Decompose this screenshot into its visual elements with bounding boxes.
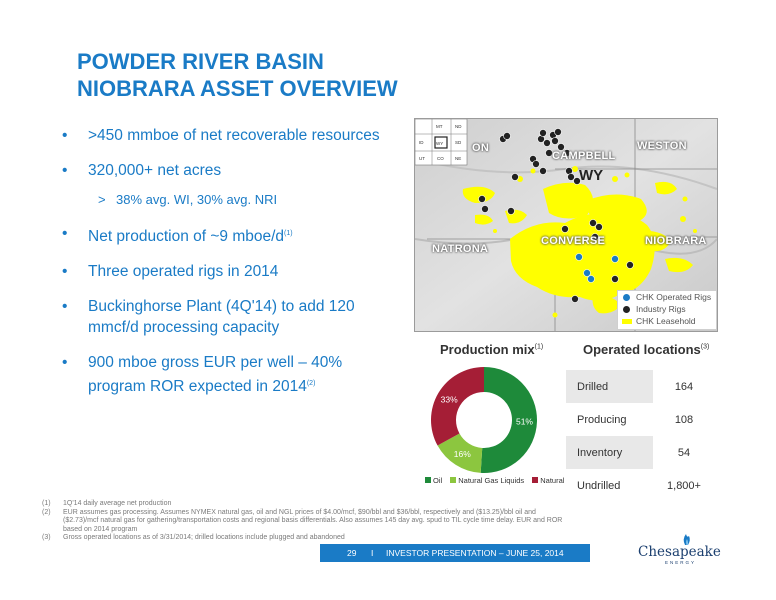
map-label-niobrara: NIOBRARA	[645, 235, 707, 247]
table-row: Producing 108	[566, 403, 715, 436]
sub-bullet-item: >38% avg. WI, 30% avg. NRI	[98, 192, 278, 207]
row-label: Inventory	[566, 436, 653, 469]
bullet-item: • Net production of ~9 mboe/d(1)	[62, 225, 293, 246]
gas-swatch	[532, 477, 539, 483]
svg-text:WY: WY	[436, 141, 443, 146]
map-label-campbell: CAMPBELL	[552, 150, 616, 162]
leasehold-swatch	[622, 319, 632, 324]
title-line-2: NIOBRARA ASSET OVERVIEW	[77, 76, 398, 101]
footnotes: (1) 1Q'14 daily average net production (2…	[42, 500, 567, 543]
svg-text:UT: UT	[419, 156, 425, 161]
pie-legend: Oil Natural Gas Liquids Natural Gas	[419, 476, 580, 485]
industry-rig-marker	[539, 129, 547, 137]
chk-rig-marker	[583, 269, 591, 277]
industry-rig-marker	[567, 173, 575, 181]
operated-rig-icon	[623, 294, 630, 301]
industry-rig-marker	[626, 261, 634, 269]
industry-rig-marker	[543, 139, 551, 147]
row-value: 1,800+	[653, 469, 715, 502]
bullet-list: • >450 mmboe of net recoverable resources…	[62, 125, 392, 411]
pie-data-label: 51%	[516, 416, 533, 426]
svg-text:ID: ID	[419, 140, 424, 145]
pie-slice-natural-gas	[431, 367, 484, 446]
table-row: Undrilled 1,800+	[566, 469, 715, 502]
industry-rig-marker	[611, 275, 619, 283]
chesapeake-logo: Chesapeake ENERGY	[638, 530, 738, 570]
bullet-item: • >450 mmboe of net recoverable resources	[62, 127, 380, 144]
industry-rig-marker	[551, 137, 559, 145]
row-label: Drilled	[566, 370, 653, 403]
page-title: POWDER RIVER BASIN NIOBRARA ASSET OVERVI…	[77, 48, 398, 102]
row-value: 108	[653, 403, 715, 436]
bullet-item: • 900 mboe gross EUR per well – 40% progr…	[62, 354, 343, 396]
industry-rig-marker	[532, 160, 540, 168]
map-legend: CHK Operated Rigs Industry Rigs CHK Leas…	[617, 290, 717, 330]
table-row: Inventory 54	[566, 436, 715, 469]
industry-rig-marker	[561, 225, 569, 233]
logo-sub: ENERGY	[665, 560, 697, 565]
production-mix-title: Production mix(1)	[440, 342, 544, 357]
production-mix-chart: 51% 16% 33%	[431, 367, 538, 473]
map-label-weston: WESTON	[637, 140, 687, 152]
logo-name: Chesapeake	[638, 544, 721, 560]
oil-swatch	[425, 477, 431, 483]
footnote: (3) Gross operated locations as of 3/31/2…	[42, 534, 345, 541]
industry-rig-marker	[571, 295, 579, 303]
industry-rig-marker	[589, 219, 597, 227]
operated-locations-title: Operated locations(3)	[583, 342, 710, 357]
industry-rig-marker	[511, 173, 519, 181]
chk-rig-marker	[587, 275, 595, 283]
industry-rig-marker	[503, 132, 511, 140]
svg-text:NE: NE	[455, 156, 461, 161]
industry-rig-marker	[507, 207, 515, 215]
svg-text:CO: CO	[437, 156, 444, 161]
bullet-item: • 320,000+ net acres	[62, 162, 222, 179]
bullet-item: • Buckinghorse Plant (4Q'14) to add 120 m…	[62, 298, 355, 337]
pie-data-label: 33%	[441, 394, 458, 404]
footer-bar: 29 I INVESTOR PRESENTATION – JUNE 25, 20…	[320, 544, 590, 562]
map-label-wy: WY	[579, 167, 604, 184]
footer-text: INVESTOR PRESENTATION – JUNE 25, 2014	[386, 548, 564, 558]
bullet-item: • Three operated rigs in 2014	[62, 263, 279, 281]
legend-item: CHK Operated Rigs	[618, 292, 716, 303]
row-label: Undrilled	[566, 469, 653, 502]
industry-rig-icon	[623, 306, 630, 313]
map-label-natrona: NATRONA	[432, 243, 489, 255]
table-row: Drilled 164	[566, 370, 715, 403]
chk-rig-marker	[611, 255, 619, 263]
map-label-converse: CONVERSE	[541, 235, 606, 247]
page-number: 29	[347, 548, 357, 558]
svg-text:ND: ND	[455, 124, 462, 129]
operated-locations-table: Drilled 164 Producing 108 Inventory 54 U…	[566, 370, 715, 502]
industry-rig-marker	[481, 205, 489, 213]
footer-separator: I	[371, 548, 374, 558]
row-label: Producing	[566, 403, 653, 436]
chk-rig-marker	[575, 253, 583, 261]
map-label-on: ON	[472, 142, 490, 154]
legend-item: CHK Leasehold	[618, 316, 716, 327]
industry-rig-marker	[539, 167, 547, 175]
pie-data-label: 16%	[454, 449, 471, 459]
ngl-swatch	[450, 477, 457, 483]
row-value: 164	[653, 370, 715, 403]
footnote: (2) EUR assumes gas processing. Assumes N…	[42, 508, 563, 533]
footnote: (1) 1Q'14 daily average net production	[42, 500, 172, 507]
slide: POWDER RIVER BASIN NIOBRARA ASSET OVERVI…	[0, 0, 776, 600]
industry-rig-marker	[595, 223, 603, 231]
industry-rig-marker	[478, 195, 486, 203]
svg-text:SD: SD	[455, 140, 462, 145]
title-line-1: POWDER RIVER BASIN	[77, 49, 324, 74]
row-value: 54	[653, 436, 715, 469]
industry-rig-marker	[554, 128, 562, 136]
legend-item: Industry Rigs	[618, 304, 716, 315]
svg-text:MT: MT	[436, 124, 443, 129]
